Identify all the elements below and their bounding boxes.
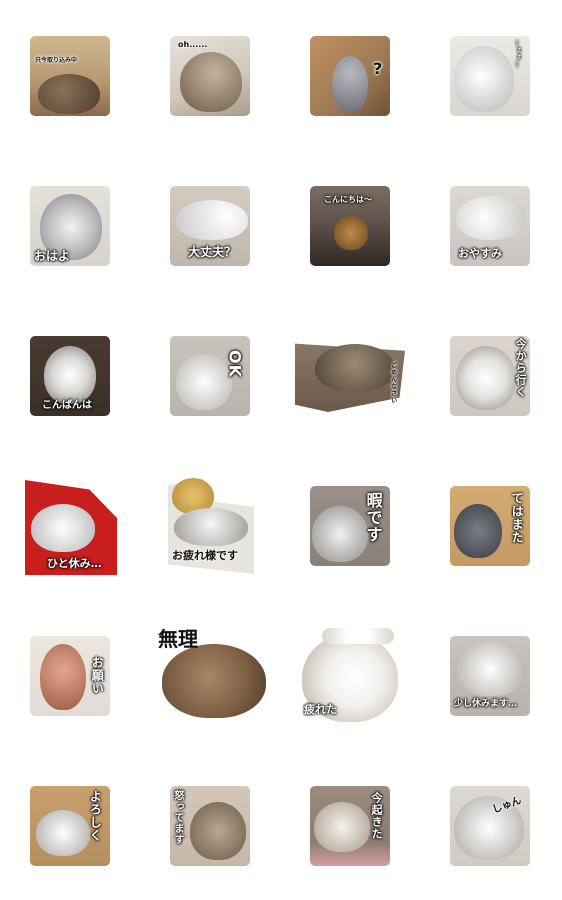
sticker-6[interactable]: 大丈夫？ [170, 186, 250, 266]
sticker-15[interactable]: 暇です [310, 486, 390, 566]
sticker-13[interactable]: ひと休み… [25, 480, 117, 575]
sticker-caption: 今起きた [370, 792, 384, 840]
sticker-3[interactable]: ? [310, 36, 390, 116]
sticker-8[interactable]: おやすみ [450, 186, 530, 266]
sticker-1[interactable]: 只今取り込み中 [30, 36, 110, 116]
cat-image [36, 810, 90, 856]
sticker-caption: お疲れ様です [172, 549, 238, 562]
cat-body-image [174, 508, 248, 546]
sticker-14[interactable]: お疲れ様です [168, 478, 254, 574]
cat-image [456, 196, 526, 240]
sticker-caption: 只今取り込み中 [35, 57, 78, 64]
sticker-caption: よろしく [88, 790, 103, 842]
sticker-caption: お願い [90, 656, 105, 695]
sticker-19[interactable]: 疲れた [298, 626, 402, 724]
cat-image [176, 354, 232, 410]
sticker-21[interactable]: よろしく [30, 786, 110, 866]
sticker-10[interactable]: OK [170, 336, 250, 416]
sticker-4[interactable]: …ｚｚ… [450, 36, 530, 116]
cat-image [314, 802, 370, 852]
sticker-caption: てはまた [510, 492, 525, 544]
sticker-20[interactable]: 少し休みます… [450, 636, 530, 716]
cat-image [334, 216, 368, 250]
sticker-2[interactable]: oh...... [170, 36, 250, 116]
sticker-caption: OK [225, 350, 245, 378]
cat-image [456, 346, 516, 410]
sticker-caption: ? [373, 59, 383, 78]
cat-image [315, 344, 395, 392]
cat-image [40, 644, 86, 710]
cat-image [454, 504, 502, 558]
sticker-caption: おはよ [34, 249, 71, 263]
sticker-17[interactable]: お願い [30, 636, 110, 716]
cat-image [180, 52, 242, 112]
cat-image [162, 644, 266, 718]
cat-image [190, 802, 246, 860]
cat-image [44, 346, 96, 404]
sticker-22[interactable]: 怒ってます [170, 786, 250, 866]
sticker-caption: ひと休み… [47, 557, 102, 570]
flower-crown-icon [322, 628, 394, 644]
cat-image [454, 642, 526, 696]
sticker-caption: 疲れた [304, 703, 337, 716]
sticker-caption: 怒ってます [172, 790, 183, 845]
sticker-caption: 暇です [363, 492, 383, 543]
sticker-9[interactable]: こんばんは [30, 336, 110, 416]
sticker-16[interactable]: てはまた [450, 486, 530, 566]
cat-image [176, 200, 248, 240]
sticker-caption: 少し休みます… [454, 699, 518, 709]
sticker-caption: 無理 [158, 627, 198, 651]
sticker-5[interactable]: おはよ [30, 186, 110, 266]
sticker-caption: oh...... [178, 40, 208, 49]
cat-image [31, 504, 95, 552]
sticker-23[interactable]: 今起きた [310, 786, 390, 866]
sticker-11[interactable]: ごめんなさい [295, 340, 405, 412]
sticker-24[interactable]: しゅん [450, 786, 530, 866]
sticker-7[interactable]: こんにちは～ [310, 186, 390, 266]
sticker-caption: 大丈夫？ [188, 245, 237, 259]
cat-image [312, 506, 368, 562]
sticker-caption: …ｚｚ… [514, 40, 522, 68]
sticker-18[interactable]: 無理 [156, 626, 268, 722]
sticker-caption: おやすみ [458, 247, 502, 260]
cat-image [38, 74, 100, 114]
sticker-caption: ごめんなさい [389, 362, 397, 404]
cat-image [332, 56, 368, 112]
sticker-grid: 只今取り込み中 oh...... ? …ｚｚ… おはよ 大丈夫？ こんにちは～ … [0, 0, 562, 900]
cat-image [454, 46, 514, 112]
sticker-12[interactable]: 今から行く [450, 336, 530, 416]
sticker-caption: 今から行く [514, 338, 528, 398]
sticker-caption: こんにちは～ [324, 195, 372, 204]
sticker-caption: こんばんは [42, 400, 92, 411]
